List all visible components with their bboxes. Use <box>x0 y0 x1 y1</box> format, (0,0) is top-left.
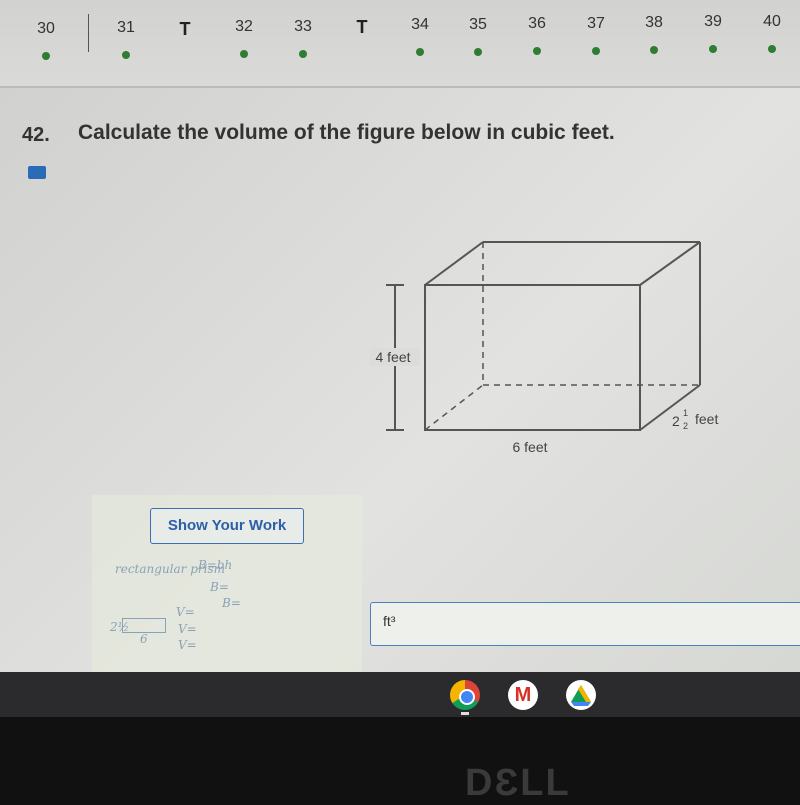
handwriting: B=bh <box>198 558 233 572</box>
answered-dot <box>240 50 248 59</box>
nav-question-label: 31 <box>117 19 135 37</box>
nav-question-6[interactable]: 34 <box>400 16 440 57</box>
nav-question-label: 35 <box>469 15 487 33</box>
chrome-icon[interactable] <box>450 680 480 710</box>
dell-logo: DƐLL <box>465 762 571 804</box>
nav-question-label: 38 <box>645 14 663 31</box>
handwriting: B= <box>222 596 241 610</box>
answered-dot <box>709 45 717 54</box>
width-unit: feet <box>695 411 718 427</box>
show-your-work-button[interactable]: Show Your Work <box>150 508 304 544</box>
nav-question-10[interactable]: 38 <box>634 14 674 54</box>
drive-icon[interactable] <box>566 680 596 710</box>
nav-question-2[interactable]: T <box>165 19 205 40</box>
gmail-icon[interactable]: M <box>508 680 538 710</box>
rectangular-prism-figure: 4 feet 6 feet 2 1 2 feet <box>370 241 718 455</box>
answered-dot <box>650 46 658 54</box>
answered-dot <box>416 48 424 57</box>
nav-question-label: T <box>179 18 191 39</box>
answered-dot <box>768 44 776 53</box>
comment-icon[interactable] <box>28 166 46 179</box>
nav-question-1[interactable]: 31 <box>106 19 146 60</box>
nav-question-9[interactable]: 37 <box>576 14 616 55</box>
question-number: 42. <box>22 124 50 146</box>
nav-question-label: 36 <box>528 15 546 33</box>
handwriting: V= <box>176 605 195 619</box>
front-face <box>424 284 641 431</box>
nav-question-label: 32 <box>235 18 253 36</box>
answer-input[interactable]: ft³ <box>370 602 800 646</box>
nav-question-11[interactable]: 39 <box>693 13 733 54</box>
nav-question-4[interactable]: 33 <box>283 17 323 58</box>
length-label: 6 feet <box>512 439 547 455</box>
nav-question-label: 34 <box>411 16 429 34</box>
nav-question-label: 30 <box>37 20 55 37</box>
nav-question-7[interactable]: 35 <box>458 15 498 56</box>
question-text: Calculate the volume of the figure below… <box>78 121 615 144</box>
answered-dot <box>299 49 307 58</box>
taskbar: M <box>0 672 800 717</box>
handwriting: 6 <box>140 632 148 646</box>
answered-dot <box>533 47 541 56</box>
nav-question-label: 37 <box>587 14 605 32</box>
answered-dot <box>122 51 130 60</box>
answer-unit: ft³ <box>383 613 396 629</box>
active-indicator <box>461 712 469 715</box>
height-label: 4 feet <box>375 349 410 365</box>
answered-dot <box>42 52 50 60</box>
nav-separator <box>88 14 89 52</box>
handwriting: V= <box>178 622 197 636</box>
nav-question-label: 33 <box>294 17 312 35</box>
nav-question-label: 39 <box>704 13 722 31</box>
nav-question-12[interactable]: 40 <box>752 12 792 53</box>
width-numerator: 1 <box>683 408 688 418</box>
question-nav: 30 31 T 32 33 T 34 35 36 37 38 39 40 <box>0 0 800 88</box>
width-denominator: 2 <box>683 421 688 431</box>
screen: 30 31 T 32 33 T 34 35 36 37 38 39 40 42. Calculate t… <box>0 0 800 672</box>
nav-question-label: T <box>356 17 368 37</box>
nav-question-3[interactable]: 32 <box>224 18 264 59</box>
answered-dot <box>474 47 482 56</box>
nav-question-label: 40 <box>763 12 781 30</box>
answered-dot <box>592 46 600 55</box>
handwritten-rectangle <box>122 618 166 633</box>
nav-question-5[interactable]: T <box>342 17 382 38</box>
nav-question-8[interactable]: 36 <box>517 15 557 56</box>
nav-question-0[interactable]: 30 <box>26 20 66 60</box>
width-whole: 2 <box>672 413 680 429</box>
handwriting: B= <box>210 580 229 594</box>
handwriting: V= <box>178 638 197 652</box>
